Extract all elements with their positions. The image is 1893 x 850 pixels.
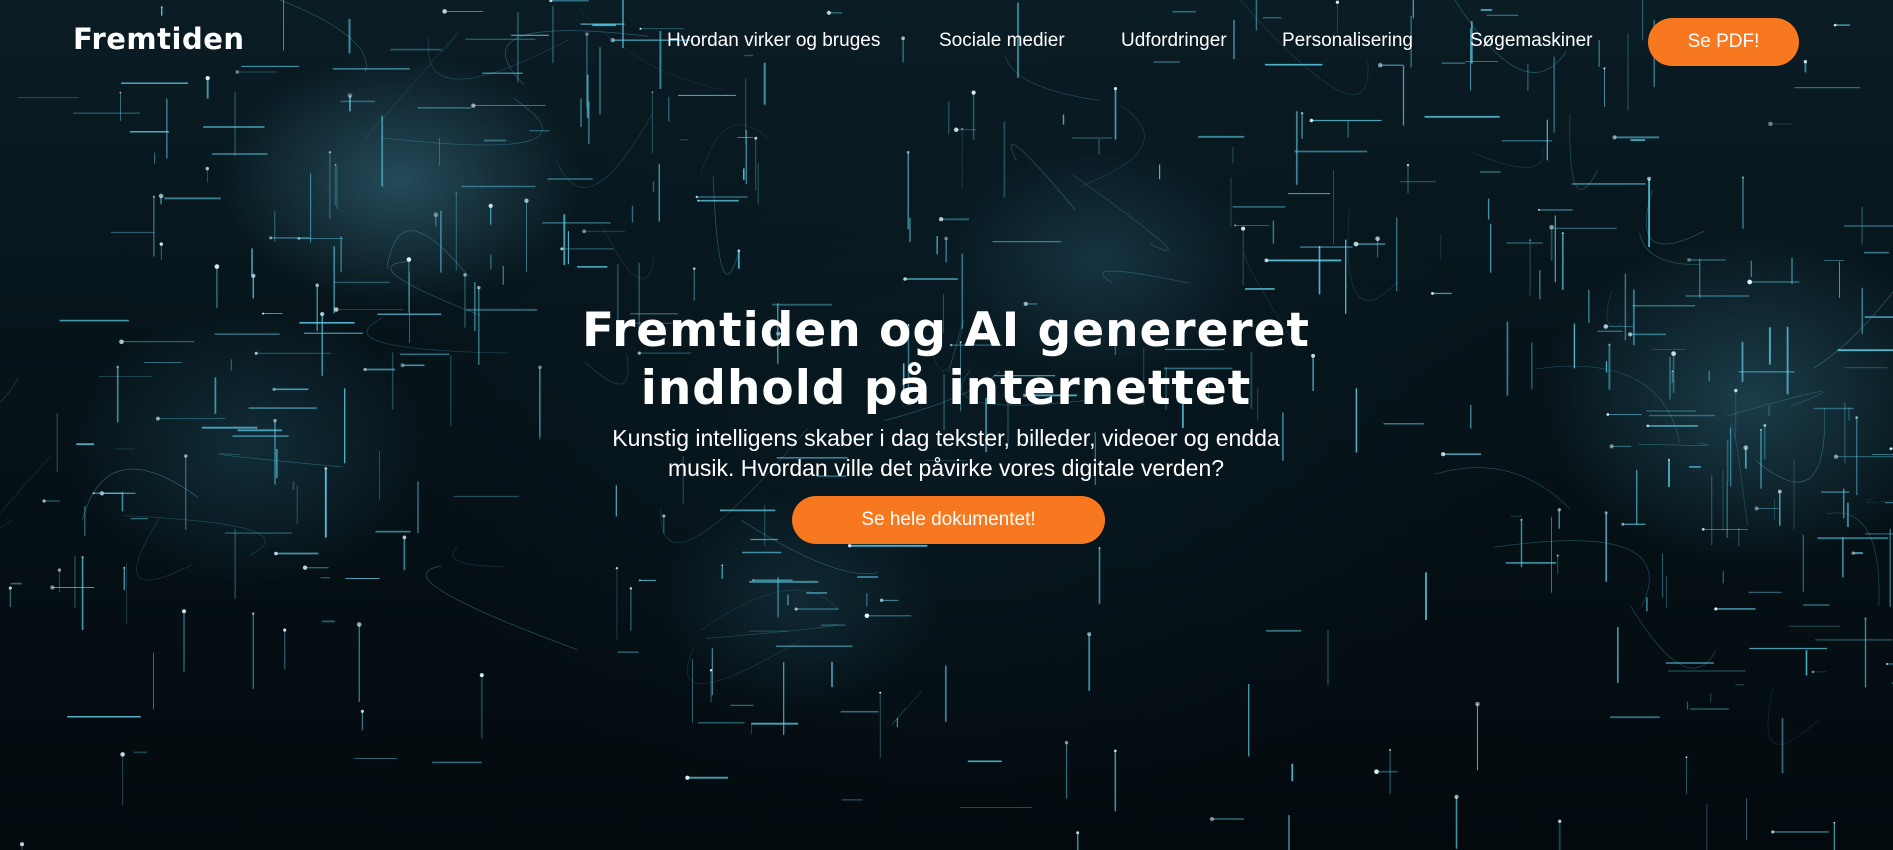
nav-link-soegemaskiner[interactable]: Søgemaskiner xyxy=(1470,30,1593,52)
hero-subtitle-line-2: musik. Hvordan ville det påvirke vores d… xyxy=(667,455,1225,481)
navbar: Fremtiden Hvordan virker og bruges Socia… xyxy=(0,0,1893,84)
site-logo[interactable]: Fremtiden xyxy=(73,22,245,56)
hero-subtitle: Kunstig intelligens skaber i dag tekster… xyxy=(560,423,1332,483)
see-pdf-button[interactable]: Se PDF! xyxy=(1648,18,1799,66)
hero-title: Fremtiden og AI genereret indhold på int… xyxy=(546,302,1346,418)
nav-link-personalisering[interactable]: Personalisering xyxy=(1282,30,1413,52)
nav-link-hvordan-virker[interactable]: Hvordan virker og bruges xyxy=(667,30,880,52)
hero-title-line-2: indhold på internettet xyxy=(640,361,1252,416)
hero-subtitle-line-1: Kunstig intelligens skaber i dag tekster… xyxy=(612,425,1280,451)
nav-link-udfordringer[interactable]: Udfordringer xyxy=(1121,30,1227,52)
hero-title-line-1: Fremtiden og AI genereret xyxy=(581,303,1310,358)
see-full-document-button[interactable]: Se hele dokumentet! xyxy=(792,496,1105,544)
nav-link-sociale-medier[interactable]: Sociale medier xyxy=(939,30,1065,52)
